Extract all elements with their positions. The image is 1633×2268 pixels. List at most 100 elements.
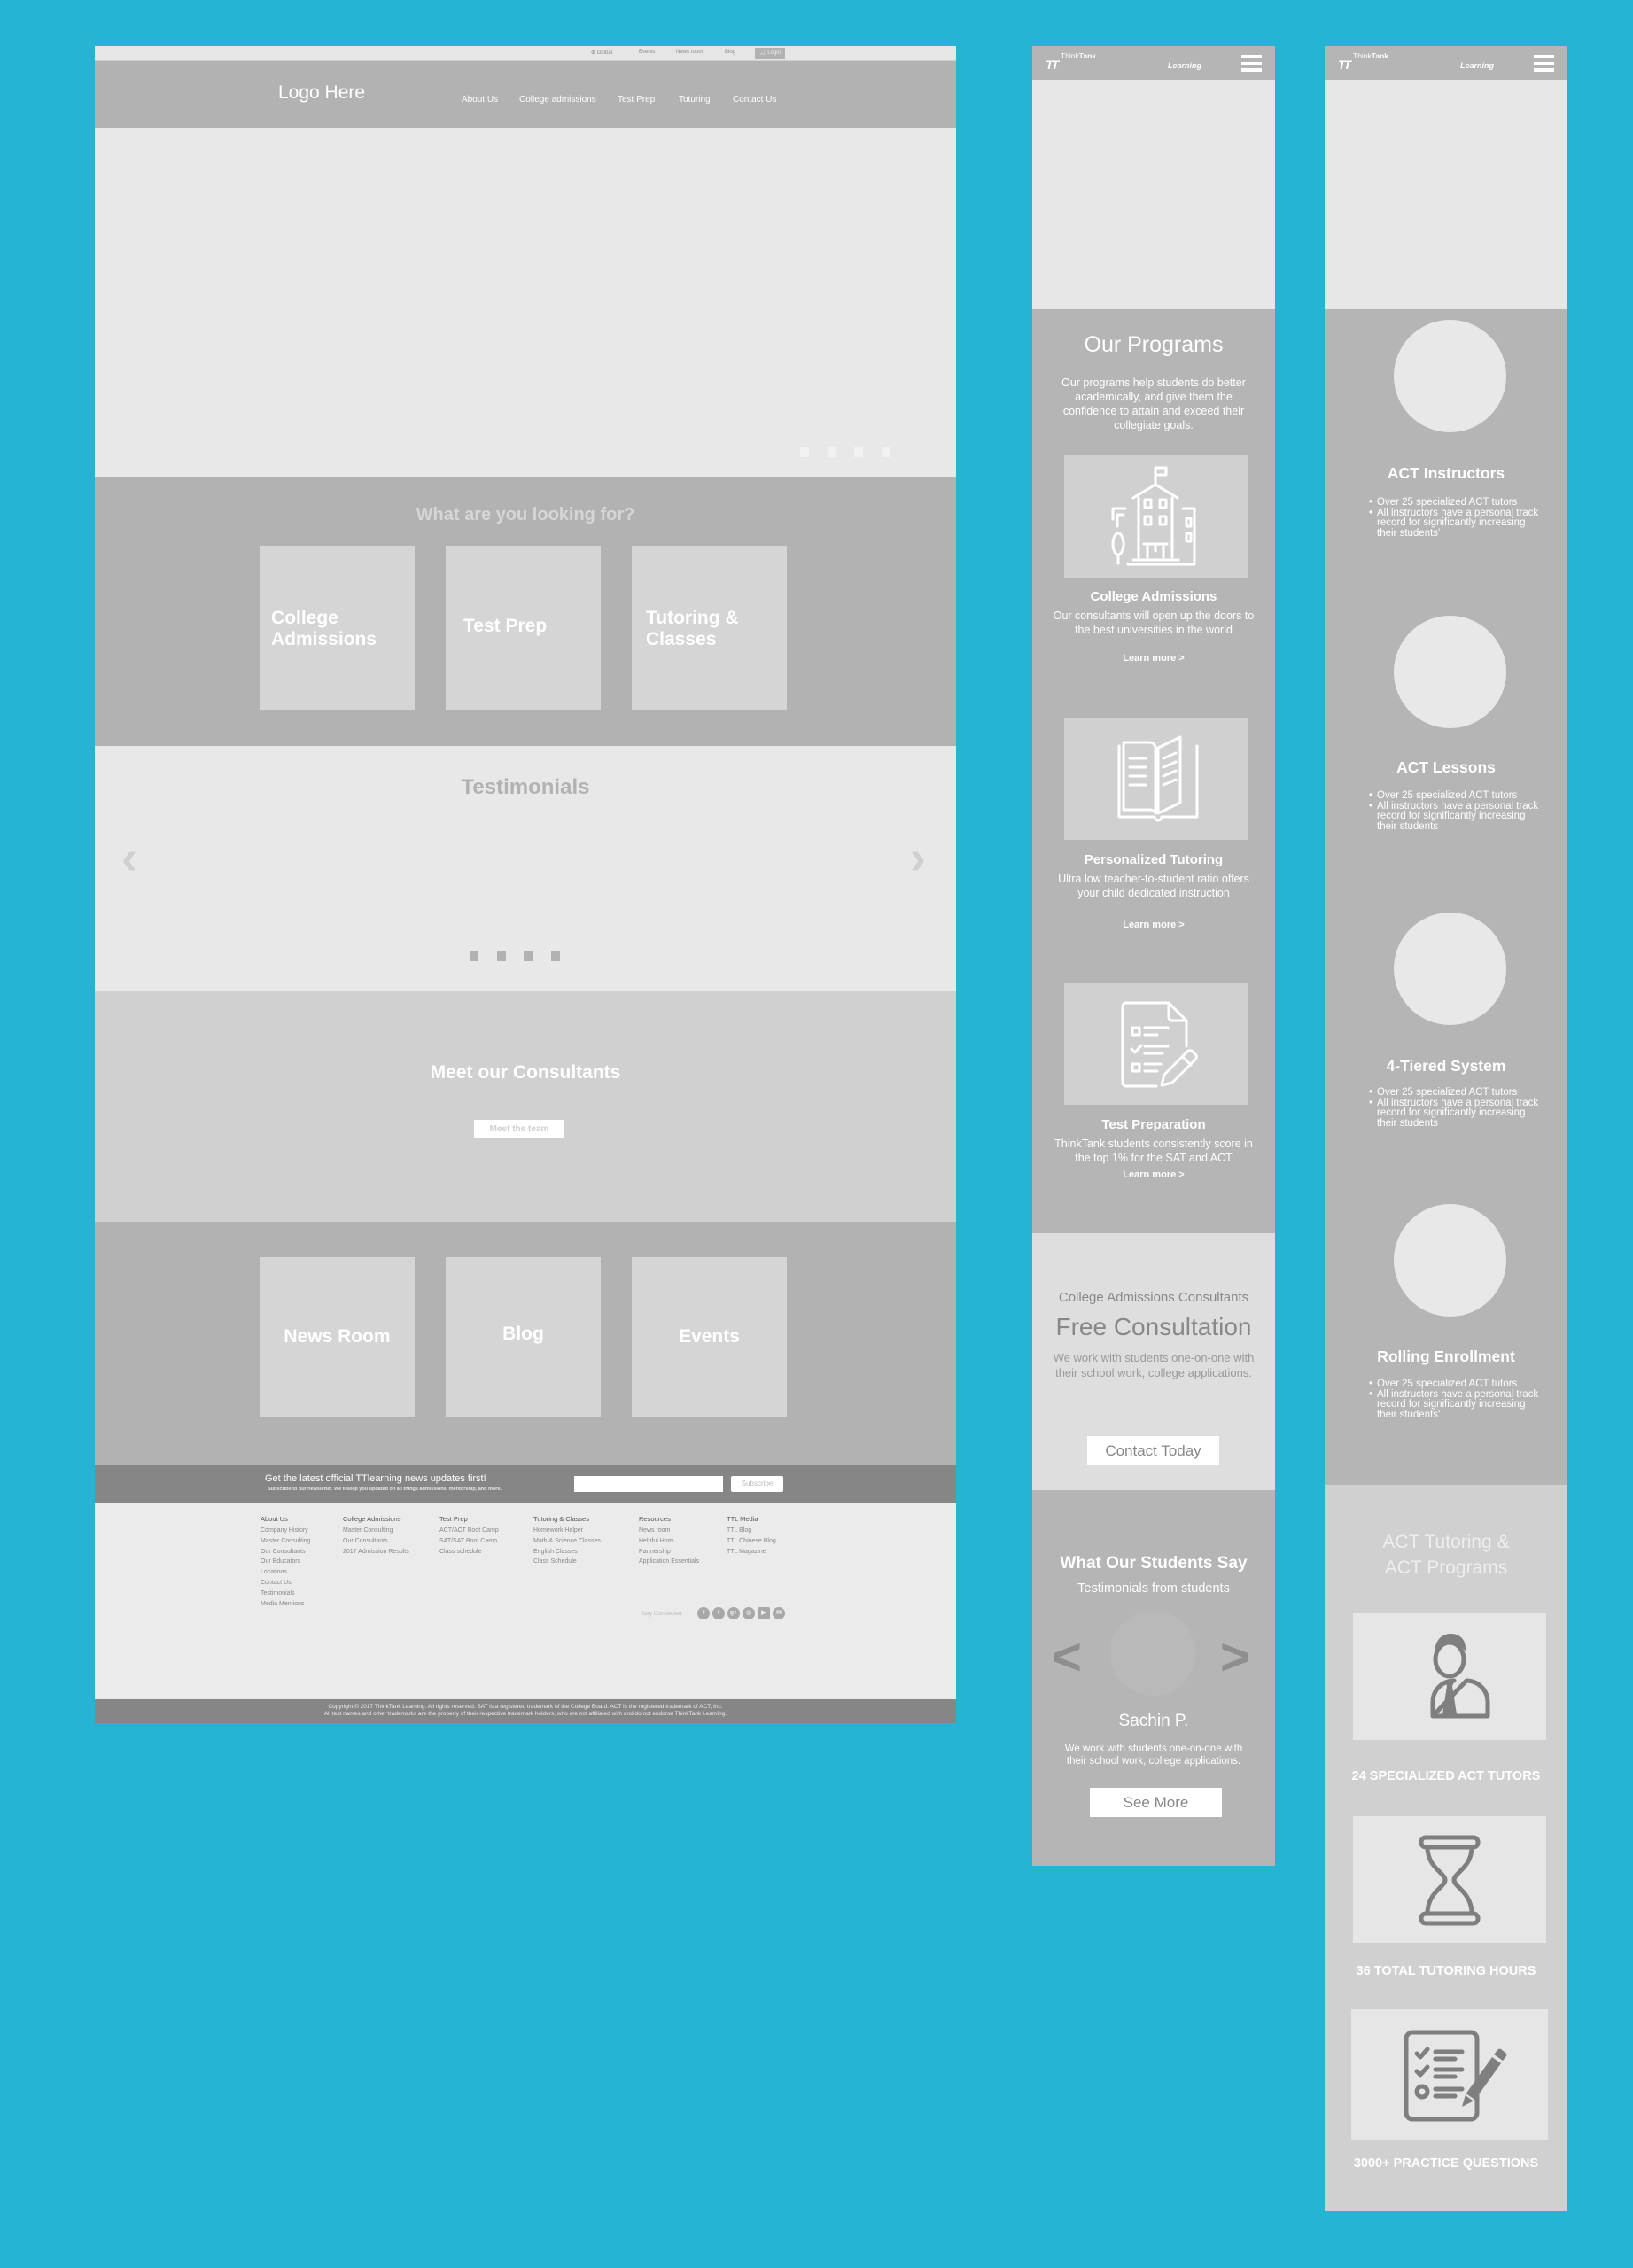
footer-link[interactable]: Locations: [261, 1567, 310, 1578]
learn-more-link[interactable]: Learn more >: [1032, 1169, 1275, 1180]
hamburger-menu-icon[interactable]: [1534, 55, 1554, 73]
chevron-right-icon[interactable]: ›: [910, 830, 926, 885]
footer-link[interactable]: Company History: [261, 1526, 310, 1536]
stat-label: 36 TOTAL TUTORING HOURS: [1356, 1964, 1536, 1978]
footer-link[interactable]: News room: [639, 1526, 699, 1536]
twitter-icon[interactable]: t: [712, 1607, 725, 1619]
footer-link[interactable]: Math & Science Classes: [533, 1536, 601, 1547]
feature-bullet: All instructors have a personal track re…: [1369, 1098, 1546, 1130]
learn-more-link[interactable]: Learn more >: [1032, 920, 1275, 930]
logo-placeholder[interactable]: Logo Here: [278, 82, 365, 104]
footer-link[interactable]: Master Consulting: [343, 1526, 409, 1536]
util-nav-blog[interactable]: Blog: [725, 50, 735, 55]
footer-link[interactable]: SAT/SAT Boot Camp: [439, 1536, 499, 1547]
chevron-left-icon[interactable]: ‹: [121, 830, 137, 885]
hero-slide-dot[interactable]: [800, 447, 809, 457]
footer-link[interactable]: Testimonials: [261, 1588, 310, 1599]
newsletter-email-input[interactable]: [574, 1476, 723, 1492]
chevron-right-icon[interactable]: >: [1220, 1627, 1250, 1687]
card-news-room[interactable]: News Room: [260, 1257, 415, 1417]
feature-title: 4-Tiered System: [1386, 1057, 1506, 1075]
open-book-icon: [1064, 718, 1248, 840]
copyright-line-2: All test names and other trademarks are …: [323, 1711, 727, 1717]
card-college-admissions[interactable]: College Admissions: [260, 546, 415, 710]
footer-heading: Resources: [639, 1515, 671, 1523]
util-nav-global[interactable]: ⊕ Global: [591, 50, 612, 56]
mobile-header: TT ThinkTank Learning: [1032, 46, 1275, 80]
testimonial-slide-dot[interactable]: [524, 951, 533, 961]
testimonials-section: Testimonials ‹ ›: [95, 746, 956, 991]
card-blog[interactable]: Blog: [446, 1257, 601, 1417]
program-title: College Admissions: [1090, 589, 1217, 604]
testimonial-slide-dot[interactable]: [497, 951, 506, 961]
card-tutoring-classes[interactable]: Tutoring & Classes: [632, 546, 787, 710]
footer-link[interactable]: Our Consultants: [261, 1547, 310, 1557]
footer-link[interactable]: Class schedule: [439, 1547, 499, 1557]
youtube-icon[interactable]: ▶: [758, 1607, 770, 1619]
util-nav-events[interactable]: Events: [639, 50, 655, 55]
chevron-left-icon[interactable]: <: [1052, 1627, 1082, 1687]
footer-link[interactable]: English Classes: [533, 1547, 601, 1557]
subscribe-button[interactable]: Subscribe: [731, 1476, 783, 1492]
see-more-button[interactable]: See More: [1090, 1788, 1222, 1817]
nav-college-admissions[interactable]: College admissions: [519, 95, 596, 105]
nav-contact-us[interactable]: Contact Us: [733, 95, 776, 105]
desktop-page-mockup: ⊕ Global Events News room Blog 👤︎ Login …: [95, 46, 956, 1723]
footer-link[interactable]: Class Schedule: [533, 1557, 601, 1567]
logo-wordmark: ThinkTank: [1353, 51, 1389, 60]
nav-about-us[interactable]: About Us: [462, 95, 498, 105]
util-nav-news-room[interactable]: News room: [676, 50, 703, 55]
logo-mark: TT: [1046, 58, 1059, 72]
footer-link[interactable]: Application Essentials: [639, 1557, 699, 1567]
google-plus-icon[interactable]: g+: [727, 1607, 740, 1619]
login-button[interactable]: 👤︎ Login: [755, 48, 785, 59]
copyright-bar: Copyright © 2017 ThinkTank Learning. All…: [95, 1699, 956, 1723]
footer-link[interactable]: Our Educators: [261, 1557, 310, 1567]
footer-link[interactable]: Partnership: [639, 1547, 699, 1557]
footer-link[interactable]: Master Consulting: [261, 1536, 310, 1547]
learn-more-link[interactable]: Learn more >: [1032, 653, 1275, 664]
testimonial-slide-dot[interactable]: [470, 951, 478, 961]
consultants-section: Meet our Consultants Meet the team: [95, 991, 956, 1222]
program-desc: Ultra low teacher-to-student ratio offer…: [1058, 873, 1249, 899]
card-test-prep[interactable]: Test Prep: [446, 546, 601, 710]
footer-link[interactable]: Media Mentions: [261, 1599, 310, 1610]
thinktank-logo[interactable]: TT ThinkTank Learning: [1046, 51, 1201, 74]
nav-test-prep[interactable]: Test Prep: [618, 95, 655, 105]
email-icon[interactable]: ✉: [773, 1607, 785, 1619]
feature-title: ACT Lessons: [1396, 758, 1496, 776]
instagram-icon[interactable]: ◎: [743, 1607, 755, 1619]
logo-wordmark: ThinkTank: [1061, 51, 1097, 60]
mobile-header: TT ThinkTank Learning: [1325, 46, 1567, 80]
hero-slide-dot[interactable]: [854, 447, 863, 457]
testimonial-slide-dot[interactable]: [551, 951, 560, 961]
hero-slide-dot[interactable]: [828, 447, 836, 457]
feature-bullet: Over 25 specialized ACT tutors: [1369, 497, 1546, 509]
footer-link[interactable]: TTL Blog: [727, 1526, 776, 1536]
hamburger-menu-icon[interactable]: [1241, 55, 1262, 73]
footer-link[interactable]: Contact Us: [261, 1578, 310, 1588]
footer-link[interactable]: Helpful Hints: [639, 1536, 699, 1547]
card-events[interactable]: Events: [632, 1257, 787, 1417]
students-say-title: What Our Students Say: [1060, 1554, 1248, 1573]
feature-title: Rolling Enrollment: [1377, 1348, 1515, 1365]
feature-image-placeholder: [1394, 320, 1506, 432]
thinktank-logo[interactable]: TT ThinkTank Learning: [1338, 51, 1494, 74]
contact-today-button[interactable]: Contact Today: [1087, 1436, 1219, 1465]
footer-link[interactable]: Our Consultants: [343, 1536, 409, 1547]
footer-link[interactable]: TTL Chinese Blog: [727, 1536, 776, 1547]
footer-link[interactable]: Homework Helper: [533, 1526, 601, 1536]
footer-link[interactable]: TTL Magazine: [727, 1547, 776, 1557]
checklist-pencil-icon: [1351, 2009, 1548, 2140]
footer-link[interactable]: ACT/ACT Boot Camp: [439, 1526, 499, 1536]
footer-column-about-us: About Us Company History Master Consulti…: [261, 1515, 310, 1609]
act-programs-stats-section: ACT Tutoring & ACT Programs 24 SPECIALIZ…: [1325, 1485, 1567, 2211]
footer-link[interactable]: 2017 Admission Results: [343, 1547, 409, 1557]
copyright-line-1: Copyright © 2017 ThinkTank Learning. All…: [328, 1704, 723, 1710]
nav-tutoring[interactable]: Toturing: [679, 95, 711, 105]
meet-the-team-button[interactable]: Meet the team: [474, 1120, 564, 1138]
facebook-icon[interactable]: f: [697, 1607, 710, 1619]
newsletter-subtitle: Subscribe to our newsletter. We'll keep …: [268, 1487, 502, 1492]
hero-slide-dot[interactable]: [882, 447, 890, 457]
student-avatar: [1110, 1611, 1195, 1696]
